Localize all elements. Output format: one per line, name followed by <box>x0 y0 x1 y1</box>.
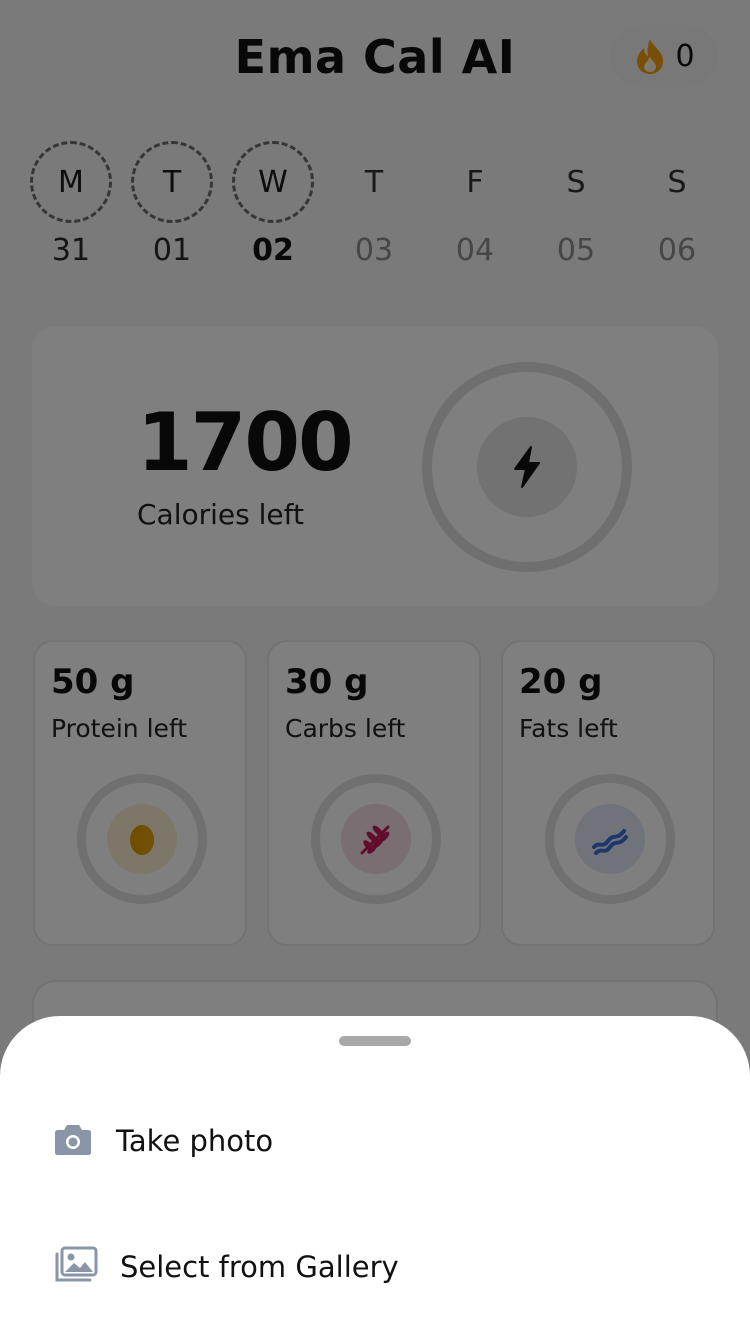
take-photo-option[interactable]: Take photo <box>0 1098 750 1188</box>
select-from-gallery-label: Select from Gallery <box>120 1250 399 1284</box>
take-photo-label: Take photo <box>116 1124 274 1158</box>
select-from-gallery-option[interactable]: Select from Gallery <box>0 1224 750 1314</box>
bottom-sheet: Take photo Select from Gallery <box>0 1016 750 1334</box>
gallery-icon <box>55 1246 98 1282</box>
camera-icon <box>55 1125 91 1155</box>
sheet-grabber-handle[interactable] <box>339 1036 411 1046</box>
